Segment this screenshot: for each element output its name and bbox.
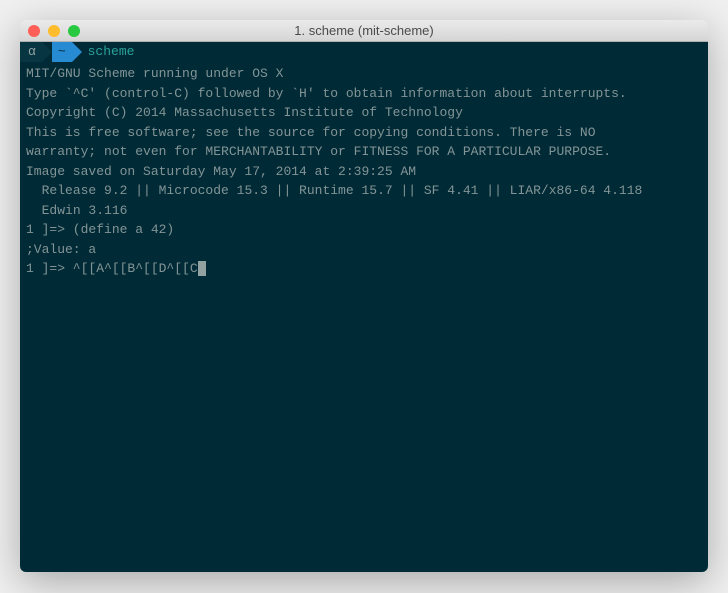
repl-current-text: 1 ]=> ^[[A^[[B^[[D^[[C	[26, 261, 198, 276]
traffic-lights	[28, 25, 80, 37]
output-line: MIT/GNU Scheme running under OS X	[26, 64, 702, 84]
repl-value-line: ;Value: a	[26, 240, 702, 260]
terminal-area[interactable]: α ~ scheme MIT/GNU Scheme running under OS…	[20, 42, 708, 572]
repl-input-line: 1 ]=> (define a 42)	[26, 220, 702, 240]
output-line: Release 9.2 || Microcode 15.3 || Runtime…	[26, 181, 702, 201]
repl-current-line: 1 ]=> ^[[A^[[B^[[D^[[C	[26, 259, 702, 279]
chevron-right-icon	[72, 42, 82, 62]
window-title: 1. scheme (mit-scheme)	[28, 23, 700, 38]
chevron-right-icon	[42, 42, 52, 62]
cursor	[198, 261, 206, 276]
prompt-segment-path: ~	[52, 42, 72, 62]
prompt-bar: α ~ scheme	[20, 42, 708, 62]
prompt-segment-alpha: α	[20, 42, 42, 62]
close-button[interactable]	[28, 25, 40, 37]
output-line: Type `^C' (control-C) followed by `H' to…	[26, 84, 702, 104]
terminal-window: 1. scheme (mit-scheme) α ~ scheme MIT/GNU …	[20, 20, 708, 572]
prompt-command: scheme	[82, 42, 135, 62]
minimize-button[interactable]	[48, 25, 60, 37]
output-line: warranty; not even for MERCHANTABILITY o…	[26, 142, 702, 162]
output-line: Edwin 3.116	[26, 201, 702, 221]
terminal-output: MIT/GNU Scheme running under OS XType `^…	[20, 62, 708, 281]
maximize-button[interactable]	[68, 25, 80, 37]
output-line: Copyright (C) 2014 Massachusetts Institu…	[26, 103, 702, 123]
titlebar[interactable]: 1. scheme (mit-scheme)	[20, 20, 708, 42]
output-line: This is free software; see the source fo…	[26, 123, 702, 143]
output-line: Image saved on Saturday May 17, 2014 at …	[26, 162, 702, 182]
